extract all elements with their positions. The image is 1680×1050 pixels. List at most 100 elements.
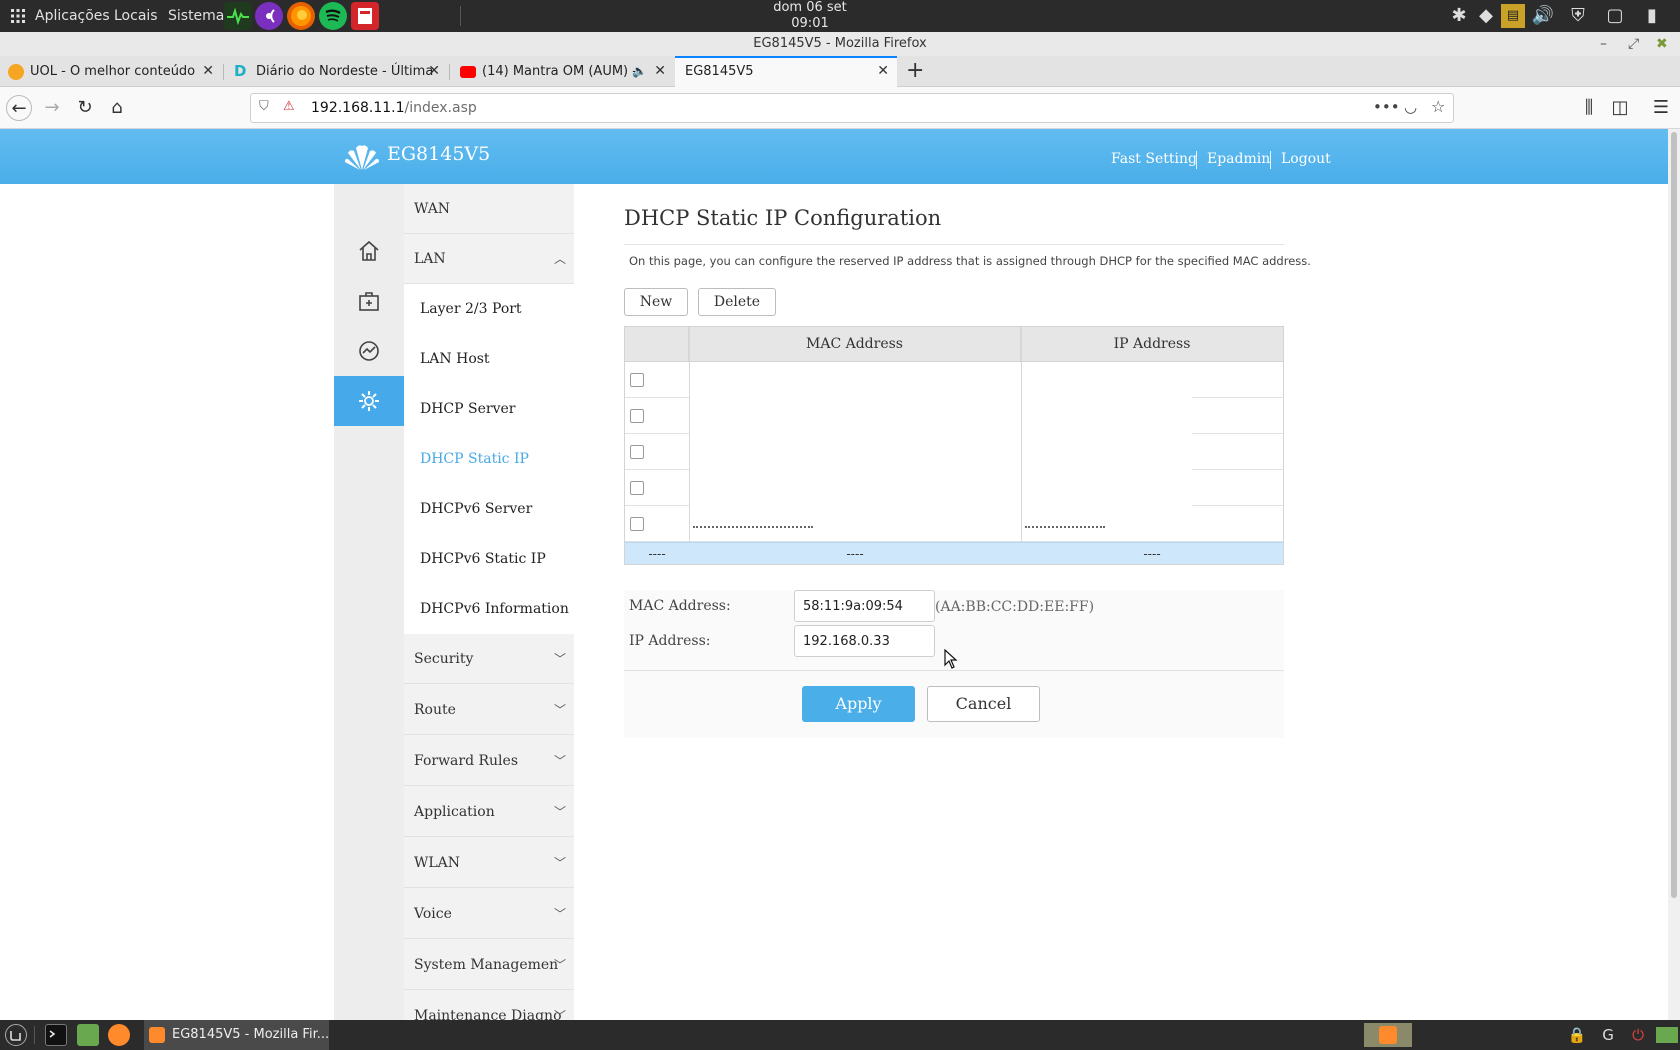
mac-address-input[interactable]: [794, 590, 935, 622]
spotify-icon[interactable]: [319, 2, 347, 30]
menu-item-dhcpv6-static-ip[interactable]: DHCPv6 Static IP: [404, 534, 574, 584]
router-header: EG8145V5 Fast Setting Epadmin Logout: [0, 129, 1668, 184]
row-checkbox[interactable]: [630, 409, 644, 423]
menu-forward-rules[interactable]: Forward Rules ﹀: [404, 736, 574, 786]
system-monitor-icon[interactable]: [224, 2, 252, 30]
tab-bar: UOL - O melhor conteúdo ✕ D Diário do No…: [0, 56, 1680, 87]
menu-item-dhcpv6-server[interactable]: DHCPv6 Server: [404, 484, 574, 534]
row-checkbox[interactable]: [630, 481, 644, 495]
window-titlebar: EG8145V5 - Mozilla Firefox – ⤢ ✖: [0, 32, 1680, 56]
epadmin-link[interactable]: Epadmin: [1207, 151, 1270, 167]
url-text[interactable]: 192.168.11.1/index.asp: [311, 100, 477, 116]
menu-system-management[interactable]: System Managemen ﹀: [404, 940, 574, 990]
row-checkbox[interactable]: [630, 373, 644, 387]
lock-icon[interactable]: 🔒: [1566, 1024, 1588, 1046]
sidebar-icon[interactable]: ◫: [1607, 95, 1633, 121]
menu-item-dhcp-static-ip[interactable]: DHCP Static IP: [404, 434, 574, 484]
tab-diario-do-nordeste[interactable]: D Diário do Nordeste - Última ✕: [226, 56, 448, 87]
pocket-icon[interactable]: ◡: [1404, 98, 1417, 116]
menu-item-dhcp-server[interactable]: DHCP Server: [404, 384, 574, 434]
firefox-workspace-icon: [1379, 1026, 1397, 1044]
update-manager-icon[interactable]: ▤: [1501, 4, 1525, 28]
row-checkbox[interactable]: [630, 445, 644, 459]
shield-icon[interactable]: ⛨: [1566, 4, 1590, 28]
power-icon[interactable]: ⏻: [1627, 1024, 1649, 1046]
close-tab-icon[interactable]: ✕: [654, 56, 666, 87]
os-menu-applications[interactable]: Aplicações: [35, 8, 110, 24]
workspace-switcher[interactable]: [1364, 1023, 1412, 1047]
menu-voice[interactable]: Voice ﹀: [404, 889, 574, 939]
dropbox-icon[interactable]: ◆: [1474, 4, 1498, 28]
terminal-icon[interactable]: [45, 1024, 67, 1046]
home-page-icon[interactable]: ⌂: [104, 95, 130, 121]
os-clock[interactable]: dom 06 set 09:01: [760, 0, 860, 32]
desktop-icon[interactable]: [1656, 1027, 1678, 1043]
page-actions-icon[interactable]: •••: [1373, 98, 1400, 116]
speaker-icon[interactable]: 🔈: [632, 56, 647, 87]
firefox-launcher-icon[interactable]: [287, 2, 315, 30]
tab-label: EG8145V5: [685, 64, 754, 79]
panel-separator: [460, 6, 461, 26]
os-menu-places[interactable]: Locais: [114, 8, 158, 24]
bookmark-star-icon[interactable]: ☆: [1431, 97, 1445, 116]
hamburger-menu-icon[interactable]: ☰: [1648, 95, 1674, 121]
fast-setting-link[interactable]: Fast Setting: [1111, 151, 1197, 167]
toolbox-icon[interactable]: [334, 276, 404, 326]
new-button[interactable]: New: [624, 288, 688, 316]
gauge-icon[interactable]: [334, 326, 404, 376]
cancel-button[interactable]: Cancel: [927, 686, 1040, 722]
tab-uol[interactable]: UOL - O melhor conteúdo ✕: [0, 56, 222, 87]
tab-mantra-om[interactable]: (14) Mantra OM (AUM) - 🔈 ✕: [452, 56, 674, 87]
apps-grid-icon[interactable]: [10, 8, 26, 24]
delete-button[interactable]: Delete: [698, 288, 776, 316]
volume-icon[interactable]: 🔊: [1531, 4, 1555, 28]
os-menu-system[interactable]: Sistema: [168, 8, 224, 24]
minimize-icon[interactable]: –: [1600, 32, 1607, 56]
menu-lan[interactable]: LAN ︿: [404, 234, 574, 284]
library-icon[interactable]: ⫼: [1576, 95, 1602, 121]
files-icon[interactable]: [77, 1024, 99, 1046]
menu-item-layer-2-3-port[interactable]: Layer 2/3 Port: [404, 284, 574, 334]
tab-eg8145v5[interactable]: EG8145V5 ✕: [675, 56, 897, 87]
menu-wlan[interactable]: WLAN ﹀: [404, 838, 574, 888]
close-tab-icon[interactable]: ✕: [202, 56, 214, 87]
menu-security[interactable]: Security ﹀: [404, 634, 574, 684]
mint-menu-icon[interactable]: [5, 1024, 27, 1046]
forward-icon[interactable]: →: [39, 95, 65, 121]
bluetooth-icon[interactable]: ✱: [1447, 4, 1471, 28]
taskbar-window-firefox[interactable]: EG8145V5 - Mozilla Fir...: [144, 1020, 329, 1050]
back-icon[interactable]: ←: [6, 95, 32, 121]
menu-item-dhcpv6-information[interactable]: DHCPv6 Information: [404, 584, 574, 634]
menu-wan[interactable]: WAN: [404, 184, 574, 234]
scrollbar-thumb[interactable]: [1671, 132, 1677, 898]
tracking-shield-icon[interactable]: ⛉: [259, 99, 269, 114]
window-icon[interactable]: ▢: [1603, 4, 1627, 28]
new-tab-icon[interactable]: +: [906, 58, 924, 84]
logout-link[interactable]: Logout: [1281, 151, 1331, 167]
insecure-lock-icon[interactable]: ⚠: [283, 99, 295, 114]
ip-address-input[interactable]: [794, 625, 935, 657]
podcast-icon[interactable]: [255, 2, 283, 30]
close-window-icon[interactable]: ✖: [1656, 32, 1668, 56]
maximize-icon[interactable]: ⤢: [1628, 32, 1639, 56]
url-path: /index.asp: [404, 100, 477, 116]
menu-item-lan-host[interactable]: LAN Host: [404, 334, 574, 384]
window-title: EG8145V5 - Mozilla Firefox: [753, 36, 927, 51]
battery-icon[interactable]: ▮: [1640, 4, 1664, 28]
google-icon[interactable]: G: [1597, 1024, 1619, 1046]
reload-icon[interactable]: ↻: [72, 95, 98, 121]
close-tab-icon[interactable]: ✕: [877, 58, 889, 85]
close-tab-icon[interactable]: ✕: [428, 56, 440, 87]
media-tool-icon[interactable]: [351, 2, 379, 30]
menu-application[interactable]: Application ﹀: [404, 787, 574, 837]
taskbar-window-label: EG8145V5 - Mozilla Fir...: [172, 1027, 330, 1042]
menu-route[interactable]: Route ﹀: [404, 685, 574, 735]
tab-label: UOL - O melhor conteúdo: [30, 64, 196, 79]
apply-button[interactable]: Apply: [802, 686, 915, 722]
url-bar[interactable]: ⛉ ⚠ 192.168.11.1/index.asp ••• ◡ ☆: [250, 93, 1454, 123]
menu-section-label: Application: [414, 804, 495, 820]
firefox-taskbar-icon[interactable]: [108, 1024, 130, 1046]
row-checkbox[interactable]: [630, 517, 644, 531]
home-icon[interactable]: [334, 226, 404, 276]
menu-maintenance-diagnosis[interactable]: Maintenance Diagno ﹀: [404, 991, 574, 1020]
